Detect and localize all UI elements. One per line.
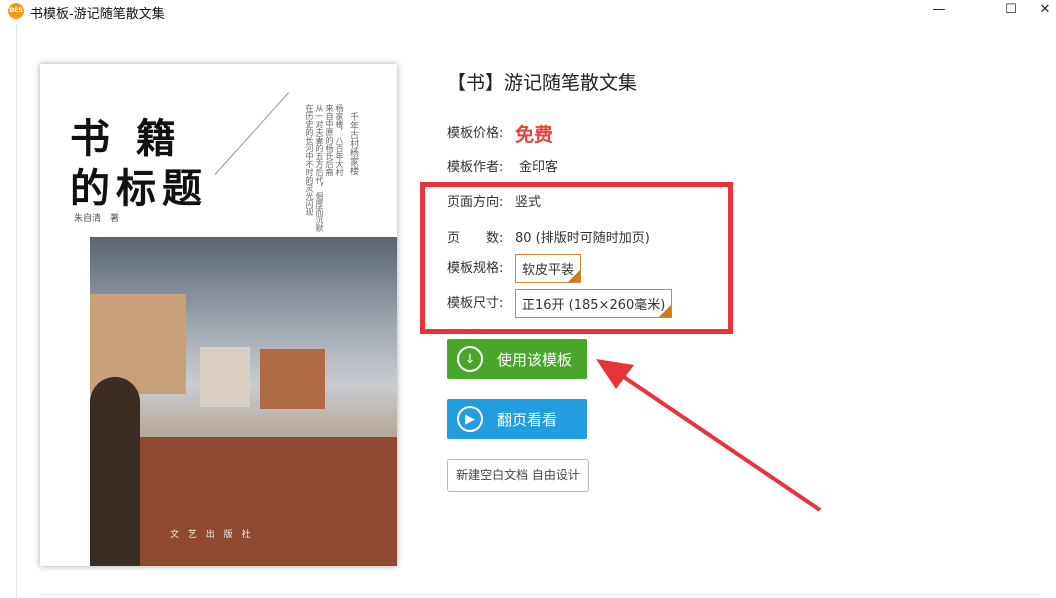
cover-vertical-text-1: 杨家楼，八百年大村: [335, 104, 344, 176]
cover-vertical-title: 千年古村杨家楼: [348, 112, 358, 175]
cover-publisher: 文 艺 出 版 社: [170, 530, 254, 540]
author-label: 模板作者:: [447, 160, 504, 175]
play-icon: ▶: [457, 406, 483, 432]
cover-vertical-text-3: 从一对夫妻的五方后代，倔厚而沉默: [315, 104, 324, 232]
cover-vertical-text-2: 来自中原的杨氏后裔: [325, 104, 334, 176]
download-icon: ↓: [457, 346, 483, 372]
price-row: 模板价格: 免费: [447, 120, 553, 147]
close-button[interactable]: ✕: [1034, 0, 1056, 22]
cover-divider-line: [214, 92, 289, 175]
cover-city-photo: 文 艺 出 版 社: [90, 237, 397, 566]
price-label: 模板价格:: [447, 126, 504, 141]
template-cover-preview[interactable]: 书 籍 的标题 朱自清 著 千年古村杨家楼 杨家楼，八百年大村 来自中原的杨氏后…: [40, 64, 397, 566]
cover-title-line2: 的标题: [70, 165, 208, 212]
price-value: 免费: [515, 124, 554, 146]
template-title: 【书】游记随笔散文集: [447, 72, 638, 94]
flip-preview-label: 翻页看看: [497, 410, 558, 429]
app-logo-icon: DES: [8, 3, 24, 19]
use-template-button[interactable]: ↓ 使用该模板: [447, 339, 587, 379]
highlight-box: [420, 182, 733, 334]
use-template-label: 使用该模板: [497, 350, 573, 369]
title-bar: DES 书模板-游记随笔散文集 — ☐ ✕: [0, 0, 1056, 22]
cover-author: 朱自清 著: [74, 214, 120, 224]
maximize-button[interactable]: ☐: [988, 0, 1034, 22]
flip-preview-button[interactable]: ▶ 翻页看看: [447, 399, 587, 439]
author-row: 模板作者: 金印客: [447, 156, 558, 175]
author-value: 金印客: [519, 160, 559, 175]
window-title: 书模板-游记随笔散文集: [30, 7, 165, 22]
cover-vertical-text-4: 在历史的长河中不时的灵光闪现: [305, 104, 314, 216]
new-blank-document-button[interactable]: 新建空白文档 自由设计: [447, 459, 589, 492]
minimize-button[interactable]: —: [916, 0, 962, 22]
red-arrow-annotation: [596, 359, 822, 512]
bottom-divider: [40, 594, 1040, 595]
